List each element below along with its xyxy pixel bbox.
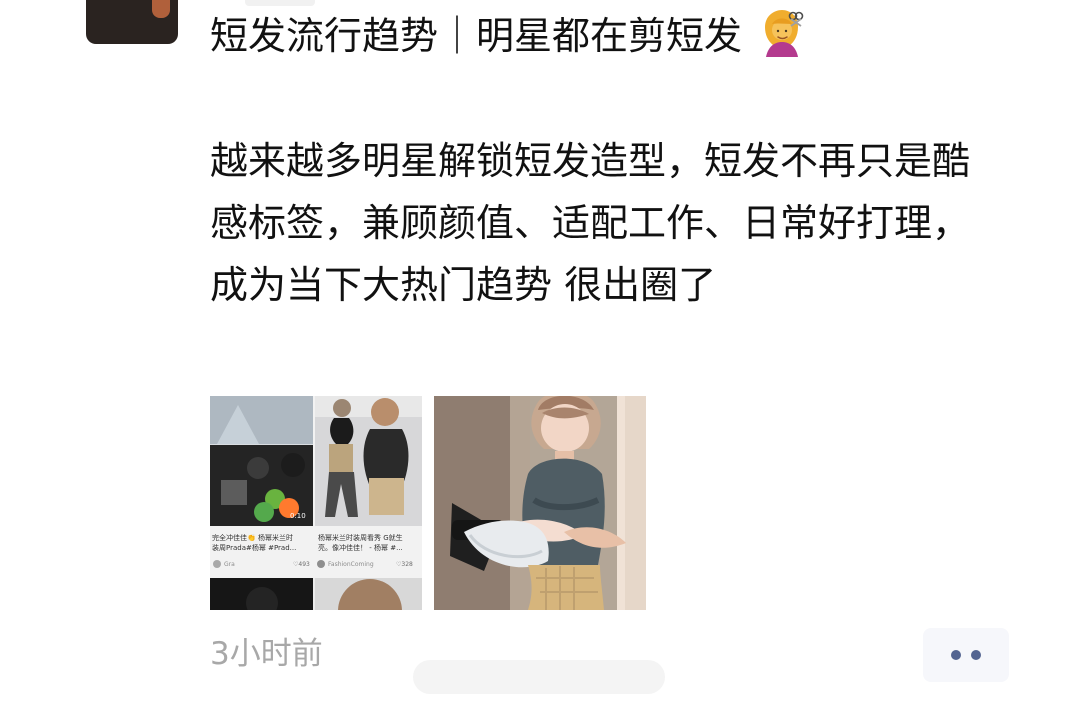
post-image-1[interactable]: 0:10 完全冲佳佳👏 杨幂米兰时 装周Prada#杨幂 #Prad... Gr… (210, 396, 422, 610)
svg-text:装周Prada#杨幂 #Prad...: 装周Prada#杨幂 #Prad... (212, 543, 296, 552)
woman-getting-haircut-icon (756, 9, 804, 57)
more-options-button[interactable] (923, 628, 1009, 682)
decorative-smudge (245, 0, 315, 6)
social-post-screen: 短发流行趋势｜明星都在剪短发 越来越多明星解锁短发造型，短发不再只是酷感标签，兼… (0, 0, 1080, 706)
svg-text:0:10: 0:10 (290, 512, 306, 520)
post-image-2[interactable] (434, 396, 646, 610)
headline-text: 短发流行趋势｜明星都在剪短发 (210, 14, 743, 58)
svg-text:♡493: ♡493 (293, 561, 310, 568)
post-headline: 短发流行趋势｜明星都在剪短发 (210, 8, 990, 64)
svg-text:完全冲佳佳👏 杨幂米兰时: 完全冲佳佳👏 杨幂米兰时 (212, 533, 293, 542)
decorative-smudge (413, 660, 665, 694)
more-options-icon (971, 650, 981, 660)
svg-text:亮。像冲佳佳！ - 杨幂 #...: 亮。像冲佳佳！ - 杨幂 #... (318, 543, 403, 552)
post-body: 越来越多明星解锁短发造型，短发不再只是酷感标签，兼顾颜值、适配工作、日常好打理，… (210, 139, 971, 307)
svg-text:FashionComing: FashionComing (328, 561, 374, 568)
svg-text:Gra: Gra (224, 561, 235, 568)
image-grid: 0:10 完全冲佳佳👏 杨幂米兰时 装周Prada#杨幂 #Prad... Gr… (210, 396, 646, 610)
more-options-icon (951, 650, 961, 660)
svg-text:杨幂米兰时装周看秀 G就生: 杨幂米兰时装周看秀 G就生 (318, 533, 403, 542)
avatar[interactable] (86, 0, 178, 44)
svg-text:♡328: ♡328 (396, 561, 413, 568)
post-timestamp: 3小时前 (210, 636, 323, 672)
